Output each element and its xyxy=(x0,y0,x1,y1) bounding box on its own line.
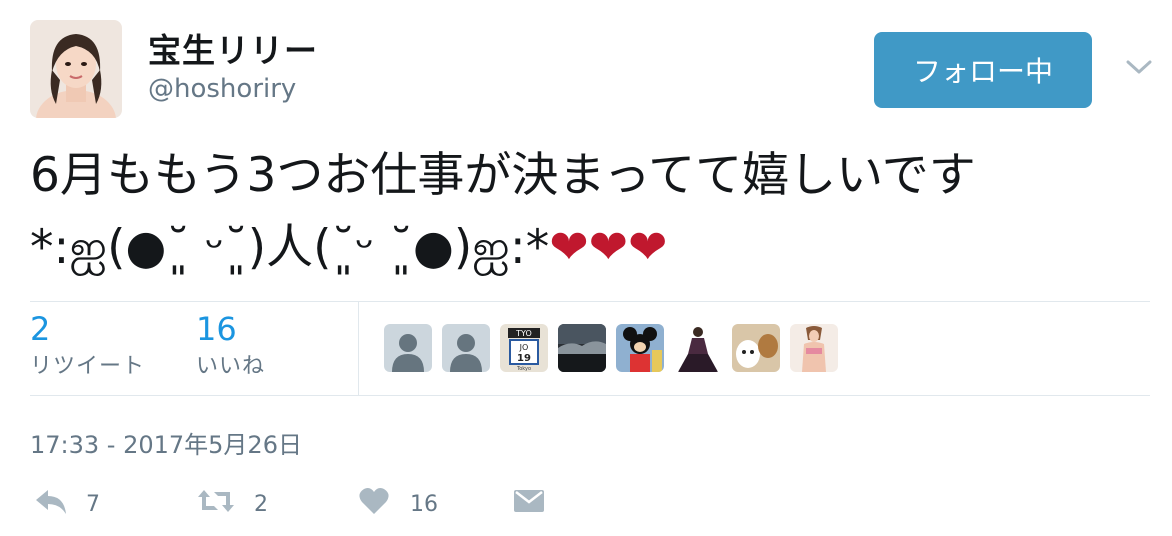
retweet-count: 2 xyxy=(254,492,268,517)
tweet-text-line1: 6月ももう3つお仕事が決まってて嬉しいです xyxy=(30,148,976,203)
calendar-tile-number: 19 xyxy=(517,353,531,364)
dress-figure-photo xyxy=(674,324,722,372)
retweets-label: リツイート xyxy=(30,354,146,379)
calendar-tile-caption: Tokyo xyxy=(516,366,531,372)
reply-icon[interactable] xyxy=(34,486,68,520)
default-user-icon xyxy=(384,324,432,372)
username-handle[interactable]: @hoshoriry xyxy=(148,74,296,104)
calendar-tile-icon: TYO JO 19 Tokyo xyxy=(500,324,548,372)
heart-emoji: ❤❤❤ xyxy=(549,220,668,275)
liker-avatar[interactable]: TYO JO 19 Tokyo xyxy=(500,324,548,372)
mouse-character-photo xyxy=(616,324,664,372)
following-button[interactable]: フォロー中 xyxy=(874,32,1092,108)
likes-count: 16 xyxy=(196,310,237,348)
liker-avatar[interactable] xyxy=(442,324,490,372)
retweets-count: 2 xyxy=(30,310,51,348)
divider xyxy=(30,301,1150,302)
like-count: 16 xyxy=(410,492,438,517)
divider xyxy=(30,395,1150,396)
likes-label: いいね xyxy=(196,354,266,379)
calendar-tile-top: JO xyxy=(519,343,529,352)
liker-avatar[interactable] xyxy=(674,324,722,372)
likes-stat[interactable]: 16 いいね xyxy=(196,310,265,380)
default-user-icon xyxy=(442,324,490,372)
liker-avatar[interactable] xyxy=(384,324,432,372)
landscape-photo xyxy=(558,324,606,372)
divider xyxy=(358,302,359,395)
display-name[interactable]: 宝生リリー xyxy=(148,24,318,72)
calendar-tile-badge: TYO xyxy=(515,329,532,338)
chevron-down-icon[interactable] xyxy=(1122,54,1156,80)
timestamp[interactable]: 17:33 - 2017年5月26日 xyxy=(30,425,302,460)
liker-avatar[interactable] xyxy=(616,324,664,372)
reply-count: 7 xyxy=(86,492,100,517)
like-heart-icon[interactable] xyxy=(358,486,390,520)
avatar[interactable] xyxy=(30,20,122,118)
liker-avatar[interactable] xyxy=(732,324,780,372)
tweet-text-emoticon: *:ஐ(●˘͈ ᵕ˘͈)人(˘͈ᵕ ˘͈●)ஐ:* xyxy=(30,220,550,275)
tweet-text: 6月ももう3つお仕事が決まってて嬉しいです *:ஐ(●˘͈ ᵕ˘͈)人(˘͈ᵕ … xyxy=(30,140,1150,284)
retweets-stat[interactable]: 2 リツイート xyxy=(30,310,145,380)
dogs-photo xyxy=(732,324,780,372)
retweet-icon[interactable] xyxy=(196,486,236,520)
liker-avatar[interactable] xyxy=(790,324,838,372)
liker-avatar[interactable] xyxy=(558,324,606,372)
person-photo xyxy=(790,324,838,372)
direct-message-icon[interactable] xyxy=(512,486,546,520)
